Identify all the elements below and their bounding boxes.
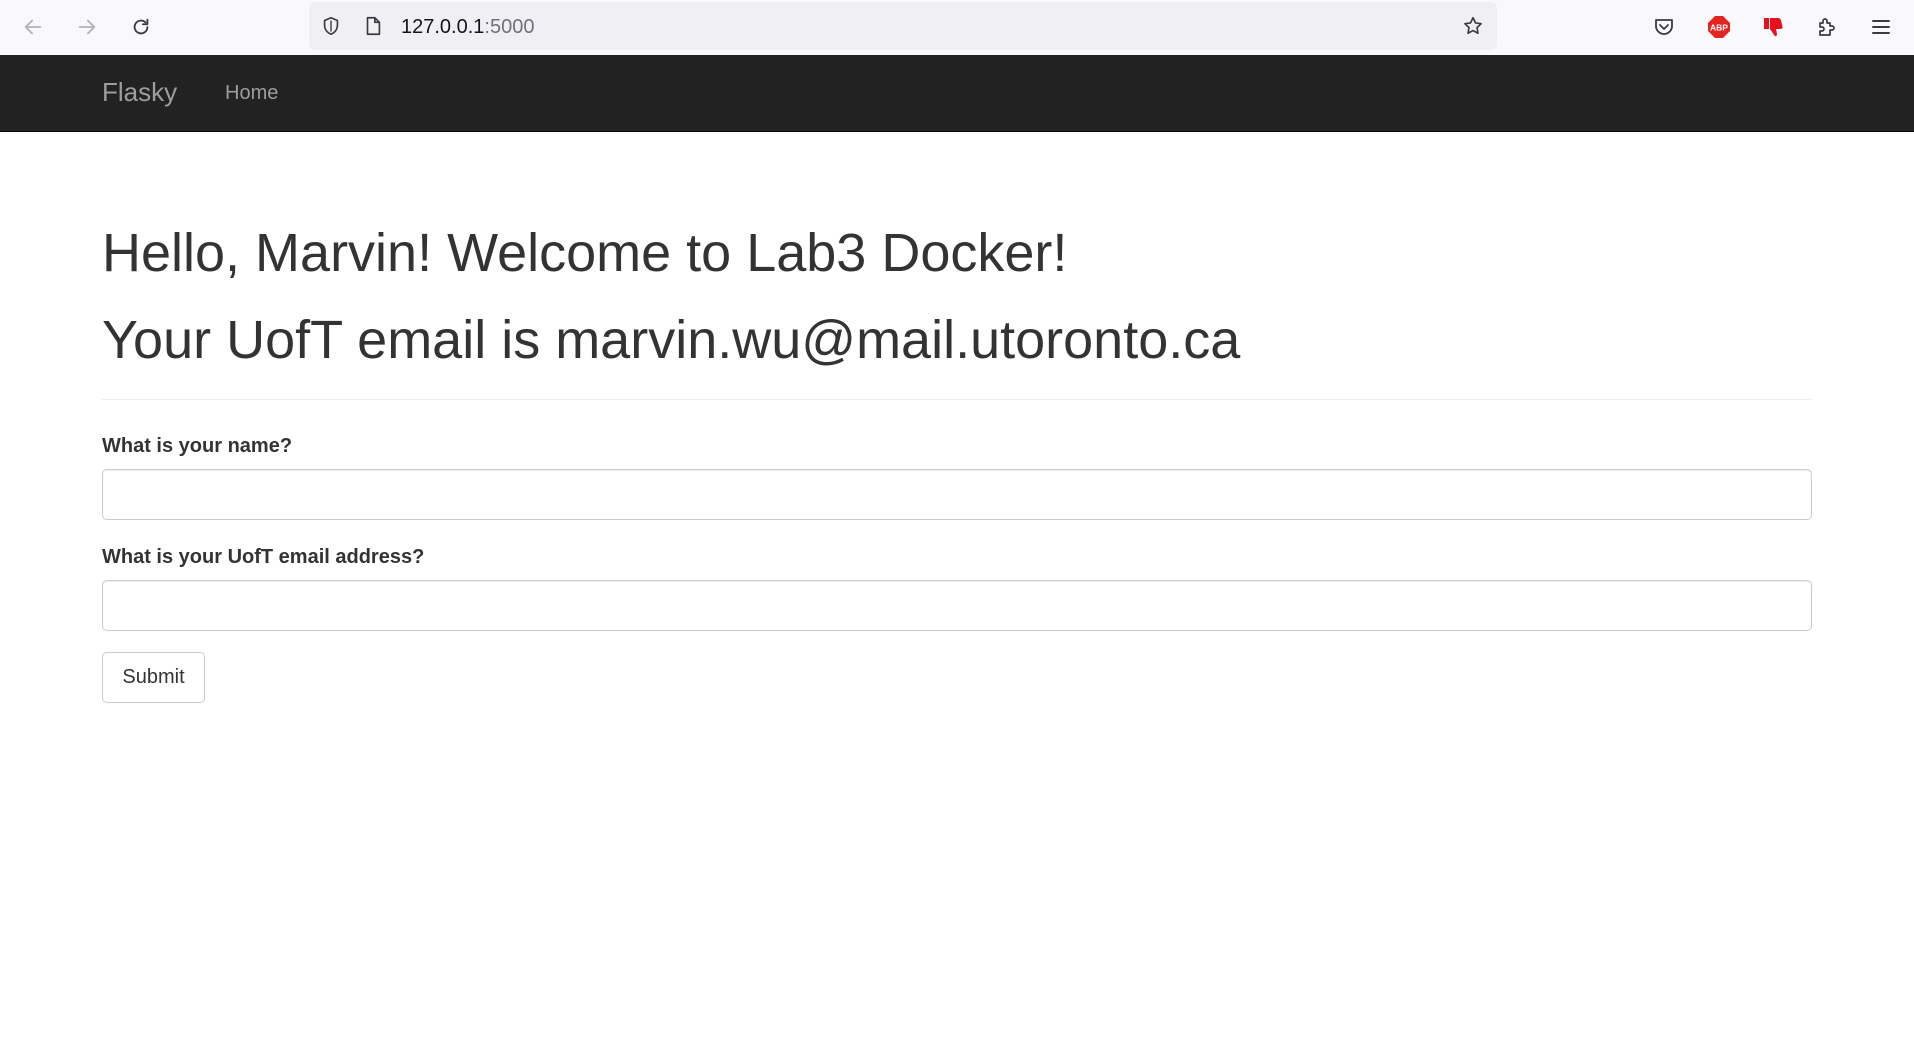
menu-button[interactable]: [1866, 12, 1896, 42]
greeting-heading: Hello, Marvin! Welcome to Lab3 Docker!: [102, 223, 1068, 283]
name-label: What is your name?: [102, 435, 293, 457]
site-navbar: Flasky Home: [0, 55, 1914, 132]
email-heading: Your UofT email is marvin.wu@mail.utoron…: [102, 310, 1241, 370]
email-input[interactable]: [102, 580, 1812, 631]
hamburger-icon: [1872, 20, 1890, 34]
name-input[interactable]: [102, 469, 1812, 520]
extension-button[interactable]: [1758, 12, 1788, 42]
url-bar[interactable]: 127.0.0.1:5000: [309, 2, 1497, 50]
reload-icon: [133, 18, 149, 35]
url-host: 127.0.0.1: [401, 16, 485, 38]
arrow-left-icon: [24, 19, 42, 35]
reload-button[interactable]: [124, 10, 158, 44]
email-label: What is your UofT email address?: [102, 546, 425, 568]
pocket-button[interactable]: [1649, 12, 1679, 42]
abp-label: ABP: [1710, 23, 1728, 33]
url-port: :5000: [484, 16, 535, 38]
puzzle-icon: [1819, 18, 1835, 36]
abp-icon: ABP: [1708, 16, 1730, 38]
url-text[interactable]: 127.0.0.1:5000: [401, 16, 534, 39]
star-icon[interactable]: [1461, 14, 1485, 38]
shield-icon[interactable]: [319, 14, 343, 38]
forward-button[interactable]: [70, 10, 104, 44]
page-header-divider: [102, 399, 1812, 400]
browser-toolbar: 127.0.0.1:5000 ABP: [0, 0, 1914, 55]
thumb-down-icon: [1764, 18, 1783, 37]
arrow-right-icon: [78, 19, 96, 35]
brand-link[interactable]: Flasky: [102, 77, 177, 108]
page-icon[interactable]: [361, 14, 385, 38]
back-button[interactable]: [16, 10, 50, 44]
adblock-button[interactable]: ABP: [1704, 12, 1734, 42]
submit-button[interactable]: Submit: [102, 652, 205, 703]
extensions-button[interactable]: [1812, 12, 1842, 42]
nav-home-link[interactable]: Home: [225, 82, 278, 105]
pocket-icon: [1655, 19, 1673, 35]
